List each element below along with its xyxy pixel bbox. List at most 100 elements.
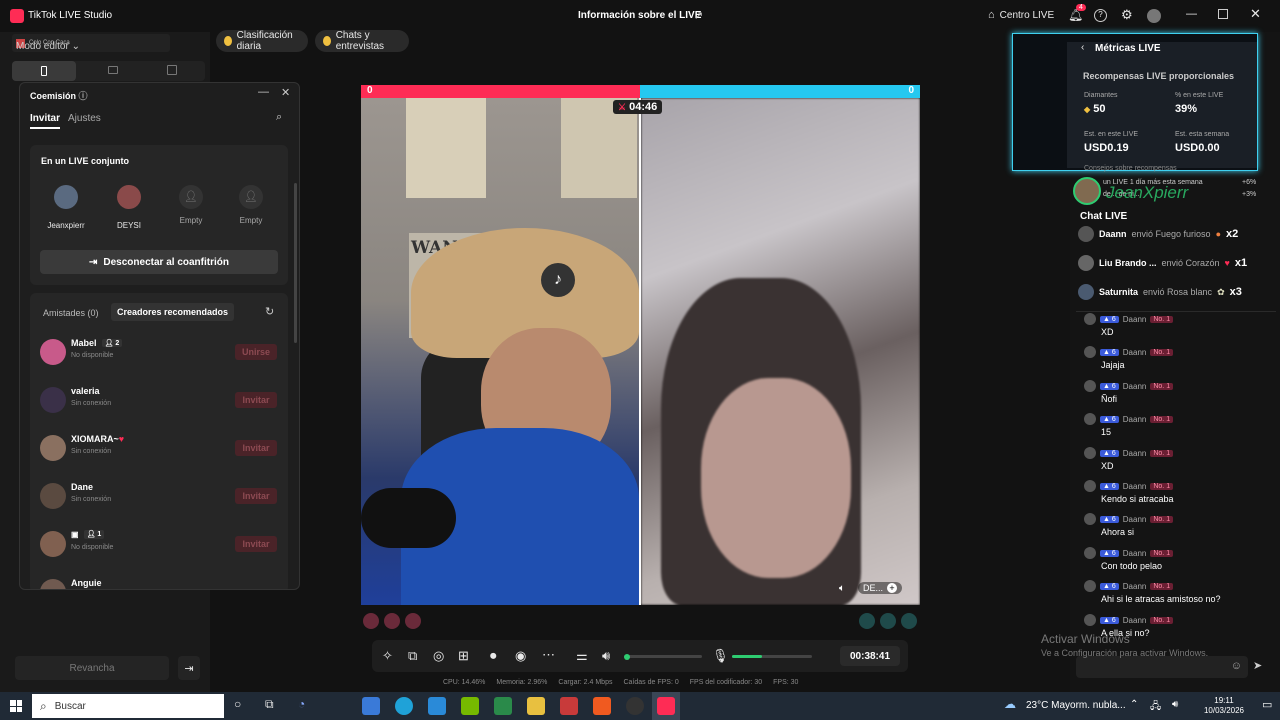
mic-level-slider[interactable] — [732, 655, 812, 658]
nvidia-icon[interactable] — [461, 697, 479, 715]
participant-slot[interactable]: Jeanxpierr — [36, 185, 96, 230]
speedometer-icon[interactable]: ◔ — [298, 697, 305, 711]
tiktok-taskbar-button[interactable] — [652, 692, 680, 720]
notifications-icon[interactable]: ▭ — [1262, 698, 1272, 711]
minimize-icon[interactable]: — — [258, 86, 269, 98]
task-view-icon[interactable]: ⧉ — [265, 697, 274, 712]
edge-icon[interactable] — [395, 697, 413, 715]
volume-icon[interactable]: 🔊︎ — [602, 648, 610, 664]
level-badge: ▲ 6 — [1100, 582, 1119, 590]
mode-editor-dropdown[interactable]: Modo editor ⌄ — [16, 41, 80, 52]
chat-text: XD — [1101, 327, 1114, 337]
chats-interviews-pill[interactable]: Chats y entrevistas — [315, 30, 409, 52]
split-divider — [639, 98, 641, 605]
effects-icon[interactable]: ⧉ — [408, 648, 417, 664]
chevron-up-icon[interactable]: ⌃ — [1130, 699, 1138, 710]
game-icon[interactable] — [560, 697, 578, 715]
search-icon[interactable]: ⌕ — [276, 111, 282, 124]
help-icon[interactable]: ? — [1094, 9, 1107, 22]
rank-badge: No. 1 — [1150, 382, 1174, 390]
brave-icon[interactable] — [593, 697, 611, 715]
cortana-icon[interactable]: ○ — [234, 697, 241, 711]
store-icon[interactable] — [362, 697, 380, 715]
participant-slot[interactable]: 👤︎ Empty — [220, 185, 282, 225]
join-button[interactable]: Unirse — [235, 344, 277, 360]
mail-icon[interactable] — [428, 697, 446, 715]
exit-icon: ⇥ — [89, 256, 98, 268]
minimize-icon[interactable]: — — [1186, 8, 1197, 20]
scrollbar[interactable] — [294, 183, 297, 343]
filter-icon[interactable]: ◎ — [433, 648, 444, 664]
avatar[interactable] — [1147, 9, 1161, 23]
chat-text: Con todo pelao — [1101, 561, 1163, 571]
home-icon: ⌂ — [988, 9, 995, 21]
chat-message: ▲ 6 Daann No. 1 Ahi si le atracas amistoso … — [1084, 580, 1274, 604]
microphone-image — [361, 488, 456, 548]
tab-ajustes[interactable]: Ajustes — [68, 113, 101, 124]
invite-button[interactable]: Invitar — [235, 440, 277, 456]
network-icon[interactable]: 🖧︎ — [1150, 699, 1161, 716]
supporter-seat-icon[interactable] — [859, 613, 875, 629]
speaker-icon[interactable]: 🔈︎ — [839, 583, 845, 594]
participant-slot[interactable]: DEYSI — [98, 185, 160, 230]
chat-input[interactable]: ☺ — [1076, 656, 1248, 678]
avatar — [1084, 413, 1096, 425]
volume-slider[interactable] — [624, 653, 702, 660]
emoji-icon[interactable]: ☺ — [1231, 660, 1242, 672]
supporter-seat-icon[interactable] — [405, 613, 421, 629]
tab-friends[interactable]: Amistades (0) — [43, 308, 99, 318]
magic-wand-icon[interactable]: ✧ — [382, 648, 393, 664]
participant-slot[interactable]: 👤︎ Empty — [160, 185, 222, 225]
supporter-seat-icon[interactable] — [880, 613, 896, 629]
windows-start-icon[interactable] — [10, 700, 22, 712]
captions-icon[interactable]: ⊞ — [458, 648, 469, 664]
landscape-layout-icon[interactable] — [108, 66, 118, 74]
list-item: XIOMARA~♥ Sin conexión Invitar — [40, 433, 280, 469]
folder-icon[interactable] — [527, 697, 545, 715]
exit-icon[interactable]: ⇥ — [178, 656, 200, 680]
obs-icon[interactable] — [626, 697, 644, 715]
mic-level-fill — [732, 655, 763, 658]
more-icon[interactable]: ⋯ — [542, 647, 555, 663]
supporter-seat-icon[interactable] — [363, 613, 379, 629]
centro-live-button[interactable]: ⌂ Centro LIVE — [988, 9, 1054, 21]
chat-message: ▲ 6 Daann No. 1 XD — [1084, 447, 1274, 471]
window-title: Información sobre el LIVE — [578, 10, 702, 21]
daily-ranking-pill[interactable]: Clasificación diaria — [216, 30, 308, 52]
invite-button[interactable]: Invitar — [235, 536, 277, 552]
disconnect-cohost-button[interactable]: ⇥ Desconectar al coanfitrión — [40, 250, 278, 274]
close-icon[interactable]: ✕ — [281, 86, 290, 99]
volume-knob[interactable] — [624, 653, 630, 660]
close-icon[interactable]: ✕ — [1250, 6, 1261, 22]
refresh-icon[interactable]: ↻ — [265, 305, 274, 318]
taskbar-search[interactable]: ⌕ Buscar — [32, 694, 224, 718]
back-chevron-icon[interactable]: ‹ — [1081, 42, 1084, 53]
supporter-seat-icon[interactable] — [901, 613, 917, 629]
speaker-icon[interactable]: 🔊︎ — [1172, 699, 1178, 710]
heart-icon: ♥ — [118, 434, 125, 444]
tab-recommended[interactable]: Creadores recomendados — [111, 303, 235, 321]
rematch-button[interactable]: Revancha — [15, 656, 169, 680]
send-icon[interactable]: ➤ — [1253, 659, 1262, 672]
camera-switch-icon[interactable]: ◉ — [515, 648, 526, 664]
xbox-icon[interactable] — [494, 697, 512, 715]
supporter-seat-icon[interactable] — [384, 613, 400, 629]
portrait-layout-button[interactable] — [12, 61, 76, 81]
weather-text[interactable]: 23°C Mayorm. nubla... — [1026, 700, 1126, 711]
chat-text: Ahi si le atracas amistoso no? — [1101, 594, 1221, 604]
tab-invitar[interactable]: Invitar — [30, 113, 61, 129]
settings-sliders-icon[interactable]: ⚌ — [576, 648, 588, 664]
share-icon[interactable]: ↗ — [694, 9, 703, 22]
guest-label-pill[interactable]: DE... + — [858, 582, 903, 594]
memory-stat: Memoria: 2.96% — [496, 679, 548, 686]
maximize-icon[interactable] — [1218, 9, 1228, 19]
record-icon[interactable]: ⏺ — [490, 648, 497, 664]
chat-username: Daann — [1122, 314, 1147, 324]
invite-button[interactable]: Invitar — [235, 392, 277, 408]
gear-icon[interactable]: ⚙ — [1121, 7, 1133, 23]
clock[interactable]: 19:11 10/03/2026 — [1194, 696, 1254, 716]
microphone-icon[interactable]: 🎙︎ — [712, 648, 729, 664]
split-layout-icon[interactable] — [167, 65, 177, 75]
invite-button[interactable]: Invitar — [235, 488, 277, 504]
divider — [1076, 311, 1276, 312]
